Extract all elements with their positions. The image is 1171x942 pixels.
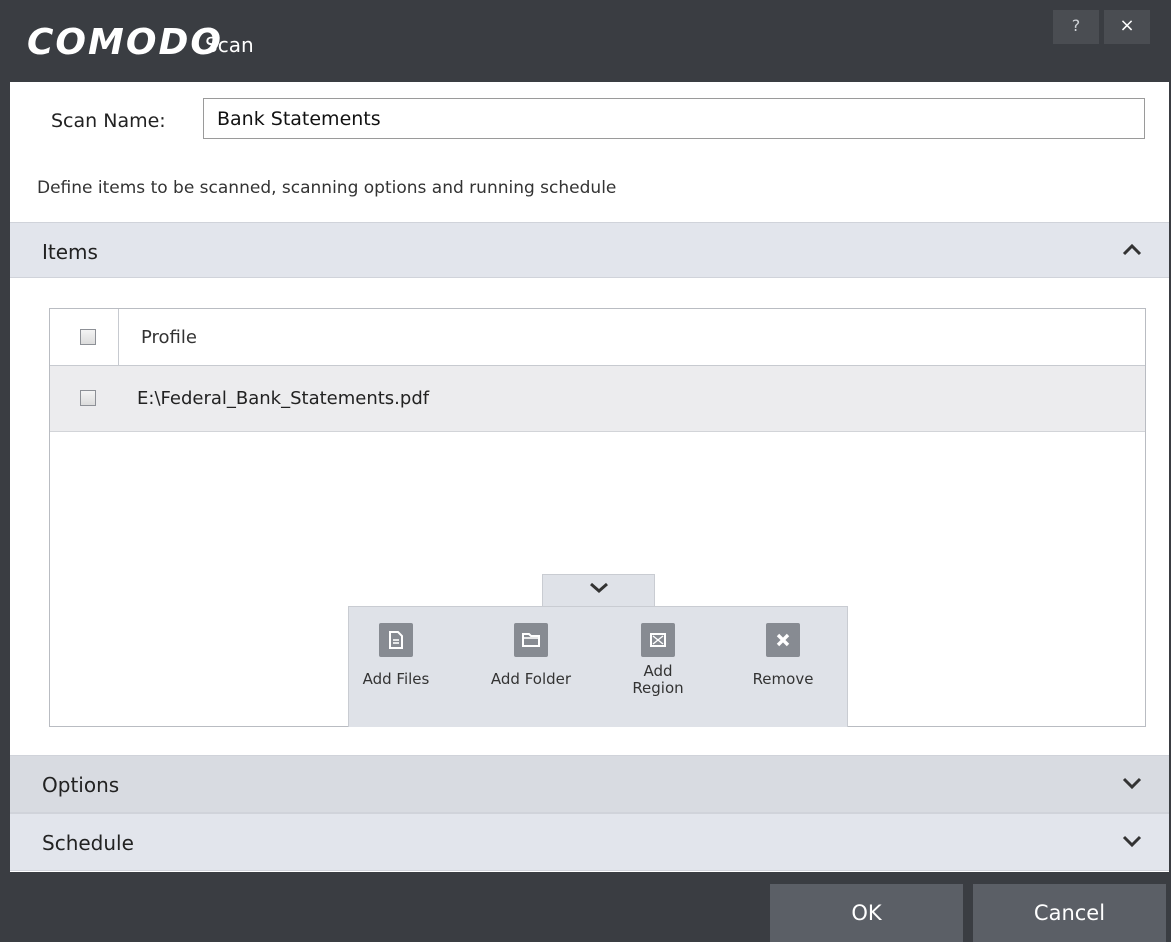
profile-column-header: Profile [141, 327, 197, 348]
add-region-label: Add Region [632, 662, 684, 697]
remove-label: Remove [752, 670, 814, 688]
add-files-button[interactable]: Add Files [351, 623, 441, 688]
chevron-down-icon[interactable] [1121, 830, 1143, 852]
scan-dialog: COMODO Scan ? × Scan Name: Define items … [0, 0, 1171, 942]
remove-button[interactable]: Remove [733, 623, 833, 688]
column-divider [118, 309, 119, 366]
row-checkbox[interactable] [80, 390, 96, 406]
add-files-label: Add Files [362, 670, 430, 688]
item-path: E:\Federal_Bank_Statements.pdf [137, 388, 430, 409]
file-icon [379, 623, 413, 657]
actions-drawer: Add Files Add Folder Add Region Remove [348, 606, 848, 727]
close-button[interactable]: × [1104, 10, 1150, 44]
select-all-checkbox[interactable] [80, 329, 96, 345]
chevron-down-icon [590, 582, 608, 593]
collapse-actions-tab[interactable] [542, 574, 655, 608]
folder-icon [514, 623, 548, 657]
remove-icon [766, 623, 800, 657]
scan-name-label: Scan Name: [51, 110, 166, 132]
add-folder-button[interactable]: Add Folder [471, 623, 591, 688]
options-section-header[interactable]: Options [10, 755, 1169, 813]
cancel-button[interactable]: Cancel [973, 884, 1166, 942]
items-section-label: Items [42, 240, 98, 264]
region-icon [641, 623, 675, 657]
items-section-header[interactable]: Items [10, 222, 1169, 278]
dialog-content: Scan Name: Define items to be scanned, s… [10, 82, 1169, 872]
schedule-section-header[interactable]: Schedule [10, 813, 1169, 871]
help-button[interactable]: ? [1053, 10, 1099, 44]
dialog-description: Define items to be scanned, scanning opt… [37, 178, 617, 198]
options-section-label: Options [42, 773, 120, 797]
chevron-down-icon[interactable] [1121, 772, 1143, 794]
table-header: Profile [50, 309, 1145, 366]
add-folder-label: Add Folder [490, 670, 572, 688]
title-bar: COMODO Scan ? × [0, 0, 1171, 82]
comodo-logo: COMODO [27, 22, 223, 63]
table-row[interactable]: E:\Federal_Bank_Statements.pdf [50, 366, 1145, 432]
window-title: Scan [205, 33, 254, 57]
ok-button[interactable]: OK [770, 884, 963, 942]
scan-name-input[interactable] [203, 98, 1145, 139]
items-table: Profile E:\Federal_Bank_Statements.pdf A… [49, 308, 1146, 727]
chevron-up-icon[interactable] [1121, 239, 1143, 261]
schedule-section-label: Schedule [42, 831, 134, 855]
add-region-button[interactable]: Add Region [611, 623, 705, 697]
